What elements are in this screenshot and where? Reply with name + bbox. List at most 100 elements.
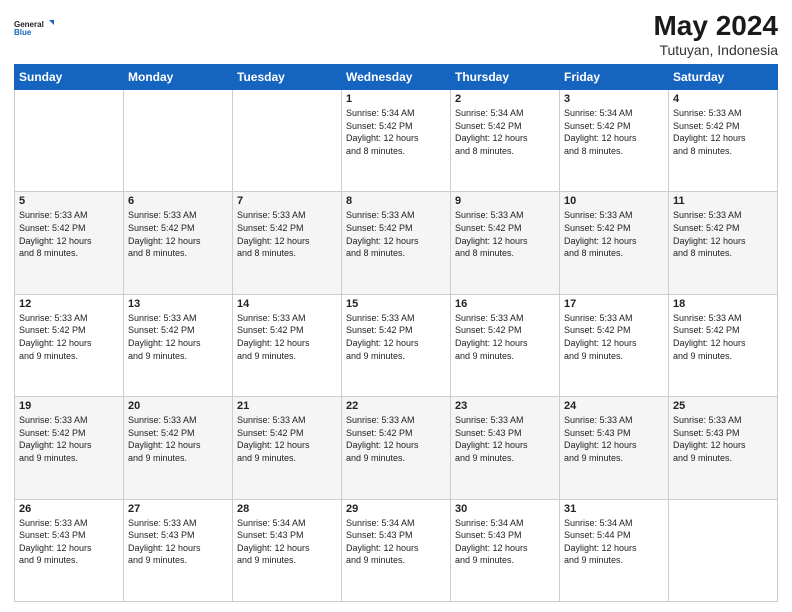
day-info: Sunrise: 5:33 AMSunset: 5:42 PMDaylight:… — [455, 312, 555, 362]
calendar-cell: 5 Sunrise: 5:33 AMSunset: 5:42 PMDaylight… — [15, 192, 124, 294]
calendar-cell: 14 Sunrise: 5:33 AMSunset: 5:42 PMDayligh… — [233, 294, 342, 396]
day-info: Sunrise: 5:33 AMSunset: 5:42 PMDaylight:… — [237, 312, 337, 362]
day-info: Sunrise: 5:33 AMSunset: 5:42 PMDaylight:… — [237, 209, 337, 259]
day-info: Sunrise: 5:33 AMSunset: 5:42 PMDaylight:… — [128, 312, 228, 362]
day-number: 25 — [673, 400, 773, 412]
header-friday: Friday — [560, 65, 669, 90]
calendar-cell: 6Sunrise: 5:33 AMSunset: 5:42 PMDaylight… — [124, 192, 233, 294]
calendar-cell: 24Sunrise: 5:33 AMSunset: 5:43 PMDayligh… — [560, 397, 669, 499]
calendar-cell: 10 Sunrise: 5:33 AMSunset: 5:42 PMDayligh… — [560, 192, 669, 294]
day-info: Sunrise: 5:34 AMSunset: 5:43 PMDaylight:… — [346, 517, 446, 567]
header-wednesday: Wednesday — [342, 65, 451, 90]
day-info: Sunrise: 5:34 AMSunset: 5:42 PMDaylight:… — [346, 107, 446, 157]
header-tuesday: Tuesday — [233, 65, 342, 90]
day-info: Sunrise: 5:33 AMSunset: 5:42 PMDaylight:… — [19, 414, 119, 464]
day-info: Sunrise: 5:33 AMSunset: 5:42 PMDaylight:… — [19, 209, 119, 259]
header-monday: Monday — [124, 65, 233, 90]
day-number: 22 — [346, 400, 446, 412]
calendar-cell: 17 Sunrise: 5:33 AMSunset: 5:42 PMDayligh… — [560, 294, 669, 396]
day-info: Sunrise: 5:33 AMSunset: 5:42 PMDaylight:… — [237, 414, 337, 464]
day-info: Sunrise: 5:33 AMSunset: 5:42 PMDaylight:… — [564, 312, 664, 362]
day-number: 26 — [19, 503, 119, 515]
calendar-cell: 29 Sunrise: 5:34 AMSunset: 5:43 PMDayligh… — [342, 499, 451, 601]
calendar-cell: 23 Sunrise: 5:33 AMSunset: 5:43 PMDayligh… — [451, 397, 560, 499]
calendar-cell — [669, 499, 778, 601]
day-number: 2 — [455, 93, 555, 105]
day-number: 29 — [346, 503, 446, 515]
day-info: Sunrise: 5:33 AMSunset: 5:42 PMDaylight:… — [455, 209, 555, 259]
day-info: Sunrise: 5:33 AMSunset: 5:42 PMDaylight:… — [128, 414, 228, 464]
svg-text:Blue: Blue — [14, 28, 32, 37]
header-saturday: Saturday — [669, 65, 778, 90]
day-info: Sunrise: 5:33 AMSunset: 5:43 PMDaylight:… — [19, 517, 119, 567]
day-info: Sunrise: 5:33 AMSunset: 5:42 PMDaylight:… — [564, 209, 664, 259]
header-thursday: Thursday — [451, 65, 560, 90]
calendar-week-row: 1 Sunrise: 5:34 AMSunset: 5:42 PMDaylight… — [15, 90, 778, 192]
calendar-cell: 15 Sunrise: 5:33 AMSunset: 5:42 PMDayligh… — [342, 294, 451, 396]
calendar-cell: 25 Sunrise: 5:33 AMSunset: 5:43 PMDayligh… — [669, 397, 778, 499]
logo-svg: General Blue — [14, 10, 54, 46]
calendar-cell: 4 Sunrise: 5:33 AMSunset: 5:42 PMDaylight… — [669, 90, 778, 192]
day-info: Sunrise: 5:33 AMSunset: 5:42 PMDaylight:… — [673, 209, 773, 259]
day-info: Sunrise: 5:33 AMSunset: 5:42 PMDaylight:… — [673, 107, 773, 157]
day-number: 24 — [564, 400, 664, 412]
day-info: Sunrise: 5:34 AMSunset: 5:42 PMDaylight:… — [564, 107, 664, 157]
day-number: 12 — [19, 298, 119, 310]
day-number: 11 — [673, 195, 773, 207]
day-number: 31 — [564, 503, 664, 515]
day-number: 27 — [128, 503, 228, 515]
day-number: 28 — [237, 503, 337, 515]
logo: General Blue — [14, 10, 54, 46]
header: General Blue May 2024 Tutuyan, Indonesia — [14, 10, 778, 58]
calendar-cell: 8 Sunrise: 5:33 AMSunset: 5:42 PMDaylight… — [342, 192, 451, 294]
calendar-cell: 22 Sunrise: 5:33 AMSunset: 5:42 PMDayligh… — [342, 397, 451, 499]
calendar-cell: 21Sunrise: 5:33 AMSunset: 5:42 PMDayligh… — [233, 397, 342, 499]
day-info: Sunrise: 5:34 AMSunset: 5:43 PMDaylight:… — [237, 517, 337, 567]
day-number: 8 — [346, 195, 446, 207]
day-number: 9 — [455, 195, 555, 207]
day-number: 6 — [128, 195, 228, 207]
calendar-cell: 12 Sunrise: 5:33 AMSunset: 5:42 PMDayligh… — [15, 294, 124, 396]
location: Tutuyan, Indonesia — [653, 42, 778, 58]
day-info: Sunrise: 5:33 AMSunset: 5:42 PMDaylight:… — [19, 312, 119, 362]
day-number: 30 — [455, 503, 555, 515]
day-info: Sunrise: 5:34 AMSunset: 5:44 PMDaylight:… — [564, 517, 664, 567]
title-block: May 2024 Tutuyan, Indonesia — [653, 10, 778, 58]
day-info: Sunrise: 5:34 AMSunset: 5:43 PMDaylight:… — [455, 517, 555, 567]
calendar-cell: 3 Sunrise: 5:34 AMSunset: 5:42 PMDaylight… — [560, 90, 669, 192]
day-info: Sunrise: 5:33 AMSunset: 5:43 PMDaylight:… — [128, 517, 228, 567]
day-number: 1 — [346, 93, 446, 105]
day-number: 17 — [564, 298, 664, 310]
day-number: 18 — [673, 298, 773, 310]
calendar-cell: 16Sunrise: 5:33 AMSunset: 5:42 PMDayligh… — [451, 294, 560, 396]
calendar-cell: 31 Sunrise: 5:34 AMSunset: 5:44 PMDayligh… — [560, 499, 669, 601]
day-info: Sunrise: 5:33 AMSunset: 5:42 PMDaylight:… — [346, 312, 446, 362]
day-info: Sunrise: 5:33 AMSunset: 5:42 PMDaylight:… — [346, 414, 446, 464]
calendar-cell — [124, 90, 233, 192]
header-sunday: Sunday — [15, 65, 124, 90]
day-number: 5 — [19, 195, 119, 207]
month-year: May 2024 — [653, 10, 778, 42]
day-number: 15 — [346, 298, 446, 310]
day-info: Sunrise: 5:33 AMSunset: 5:43 PMDaylight:… — [673, 414, 773, 464]
day-number: 23 — [455, 400, 555, 412]
page: General Blue May 2024 Tutuyan, Indonesia… — [0, 0, 792, 612]
calendar-week-row: 5 Sunrise: 5:33 AMSunset: 5:42 PMDaylight… — [15, 192, 778, 294]
day-number: 13 — [128, 298, 228, 310]
calendar-table: Sunday Monday Tuesday Wednesday Thursday… — [14, 64, 778, 602]
day-number: 10 — [564, 195, 664, 207]
calendar-cell: 26 Sunrise: 5:33 AMSunset: 5:43 PMDayligh… — [15, 499, 124, 601]
day-info: Sunrise: 5:34 AMSunset: 5:42 PMDaylight:… — [455, 107, 555, 157]
calendar-cell: 28 Sunrise: 5:34 AMSunset: 5:43 PMDayligh… — [233, 499, 342, 601]
day-number: 14 — [237, 298, 337, 310]
day-number: 3 — [564, 93, 664, 105]
day-number: 19 — [19, 400, 119, 412]
day-number: 4 — [673, 93, 773, 105]
calendar-cell: 18 Sunrise: 5:33 AMSunset: 5:42 PMDayligh… — [669, 294, 778, 396]
calendar-cell: 7Sunrise: 5:33 AMSunset: 5:42 PMDaylight… — [233, 192, 342, 294]
day-info: Sunrise: 5:33 AMSunset: 5:42 PMDaylight:… — [346, 209, 446, 259]
day-info: Sunrise: 5:33 AMSunset: 5:43 PMDaylight:… — [455, 414, 555, 464]
day-info: Sunrise: 5:33 AMSunset: 5:42 PMDaylight:… — [673, 312, 773, 362]
calendar-cell — [15, 90, 124, 192]
calendar-cell: 9 Sunrise: 5:33 AMSunset: 5:42 PMDaylight… — [451, 192, 560, 294]
